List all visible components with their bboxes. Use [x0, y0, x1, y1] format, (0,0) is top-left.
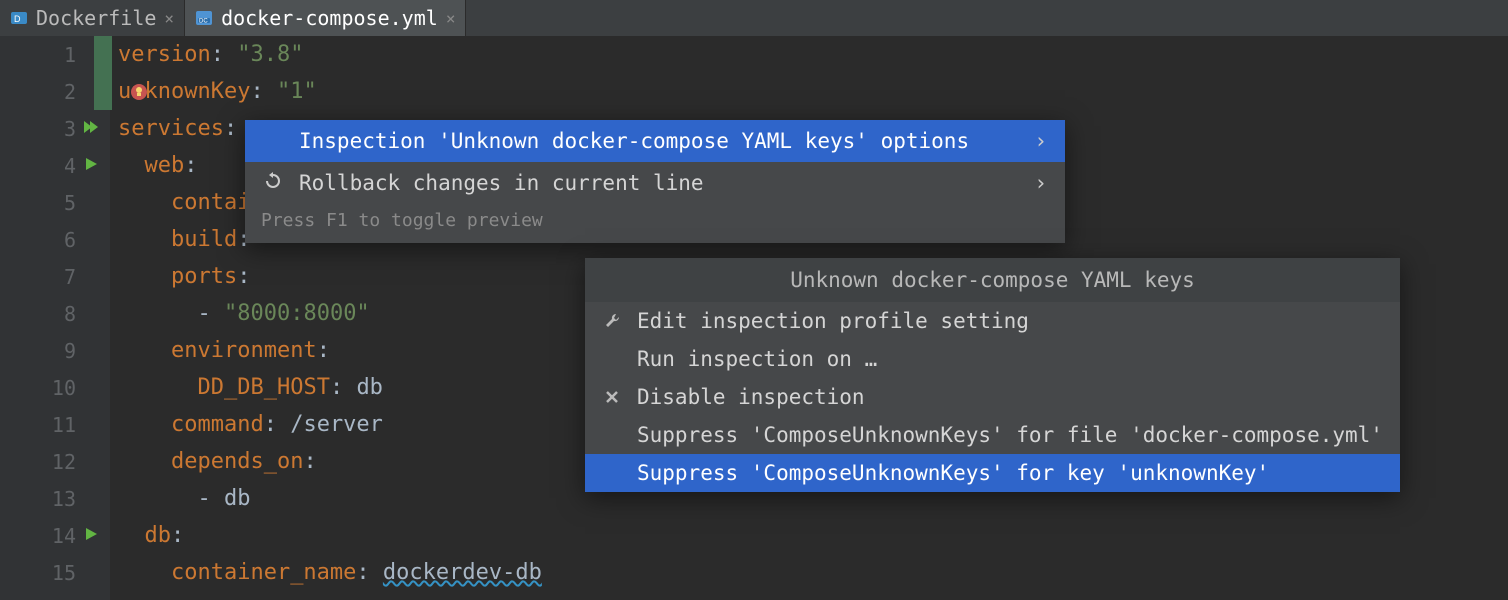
code-text: environment:: [118, 338, 330, 363]
gutter-row[interactable]: 12: [0, 443, 110, 480]
code-text: services:: [118, 116, 237, 141]
code-text: db:: [118, 523, 184, 548]
line-number: 11: [44, 413, 76, 437]
line-number: 14: [44, 524, 76, 548]
gutter-row[interactable]: 15: [0, 554, 110, 591]
gutter-row[interactable]: 14: [0, 517, 110, 554]
svg-text:D: D: [14, 14, 21, 24]
disable-icon: [601, 389, 623, 405]
gutter-row[interactable]: 7: [0, 258, 110, 295]
code-text: ports:: [118, 264, 250, 289]
rollback-icon: [263, 171, 283, 196]
intention-submenu: Unknown docker-compose YAML keys Edit ins…: [585, 258, 1400, 492]
submenu-item[interactable]: Run inspection on …: [585, 340, 1400, 378]
intention-item-label: Rollback changes in current line: [299, 171, 704, 195]
gutter-row[interactable]: 10: [0, 369, 110, 406]
intention-item-label: Inspection 'Unknown docker-compose YAML …: [299, 129, 969, 153]
wrench-icon: [601, 312, 623, 330]
vcs-change-marker: [94, 36, 112, 73]
line-number: 3: [44, 117, 76, 141]
gutter-row[interactable]: 11: [0, 406, 110, 443]
submenu-item-label: Suppress 'ComposeUnknownKeys' for key 'u…: [637, 461, 1269, 485]
submenu-item[interactable]: Edit inspection profile setting: [585, 302, 1400, 340]
code-line[interactable]: version: "3.8": [118, 36, 1508, 73]
run-icon[interactable]: [82, 524, 100, 548]
editor: 1 3 123456789101112131415 version: "3.8"…: [0, 36, 1508, 600]
code-text: build:: [118, 227, 264, 252]
svg-text:DC: DC: [199, 19, 208, 25]
code-text: container_name: dockerdev-db: [118, 560, 542, 585]
line-number: 15: [44, 561, 76, 585]
code-text: - db: [118, 486, 250, 511]
line-number: 13: [44, 487, 76, 511]
line-number: 7: [44, 265, 76, 289]
submenu-title: Unknown docker-compose YAML keys: [585, 258, 1400, 302]
gutter: 123456789101112131415: [0, 36, 110, 600]
line-number: 2: [44, 80, 76, 104]
compose-file-icon: DC: [195, 9, 213, 27]
chevron-right-icon: ›: [1034, 129, 1047, 153]
tab-label: docker-compose.yml: [221, 6, 438, 30]
submenu-item-label: Disable inspection: [637, 385, 865, 409]
code-line[interactable]: container_name: dockerdev-db: [118, 554, 1508, 591]
line-number: 5: [44, 191, 76, 215]
gutter-row[interactable]: 3: [0, 110, 110, 147]
submenu-item[interactable]: Suppress 'ComposeUnknownKeys' for key 'u…: [585, 454, 1400, 492]
popup-hint: Press F1 to toggle preview: [245, 204, 1065, 243]
line-number: 9: [44, 339, 76, 363]
line-number: 12: [44, 450, 76, 474]
gutter-row[interactable]: 9: [0, 332, 110, 369]
code-text: - "8000:8000": [118, 301, 370, 326]
line-number: 1: [44, 43, 76, 67]
code-text: depends_on:: [118, 449, 317, 474]
line-number: 10: [44, 376, 76, 400]
intention-item[interactable]: Inspection 'Unknown docker-compose YAML …: [245, 120, 1065, 162]
line-number: 6: [44, 228, 76, 252]
code-text: DD_DB_HOST: db: [118, 375, 383, 400]
code-line[interactable]: db:: [118, 517, 1508, 554]
run-icon[interactable]: [82, 154, 100, 178]
error-bulb-icon[interactable]: [130, 73, 150, 110]
gutter-row[interactable]: 6: [0, 221, 110, 258]
close-icon[interactable]: ×: [446, 9, 456, 28]
intention-item[interactable]: Rollback changes in current line ›: [245, 162, 1065, 204]
close-icon[interactable]: ×: [164, 9, 174, 28]
line-number: 8: [44, 302, 76, 326]
gutter-row[interactable]: 5: [0, 184, 110, 221]
submenu-item-label: Suppress 'ComposeUnknownKeys' for file '…: [637, 423, 1383, 447]
tab-bar: D Dockerfile × DC docker-compose.yml ×: [0, 0, 1508, 36]
line-number: 4: [44, 154, 76, 178]
tab-label: Dockerfile: [36, 6, 156, 30]
code-text: version: "3.8": [118, 42, 303, 67]
intention-popup: Inspection 'Unknown docker-compose YAML …: [245, 120, 1065, 243]
submenu-item[interactable]: Disable inspection: [585, 378, 1400, 416]
gutter-row[interactable]: 8: [0, 295, 110, 332]
gutter-row[interactable]: 13: [0, 480, 110, 517]
submenu-item-label: Run inspection on …: [637, 347, 877, 371]
tab-dockerfile[interactable]: D Dockerfile ×: [0, 0, 185, 36]
submenu-item[interactable]: Suppress 'ComposeUnknownKeys' for file '…: [585, 416, 1400, 454]
code-text: command: /server: [118, 412, 383, 437]
dockerfile-icon: D: [10, 9, 28, 27]
submenu-item-label: Edit inspection profile setting: [637, 309, 1029, 333]
tab-docker-compose[interactable]: DC docker-compose.yml ×: [185, 0, 466, 36]
run-all-icon[interactable]: [82, 117, 100, 141]
code-text: web:: [118, 153, 198, 178]
code-text: contai: [118, 190, 250, 215]
chevron-right-icon: ›: [1034, 171, 1047, 195]
vcs-change-marker: [94, 73, 112, 110]
gutter-row[interactable]: 4: [0, 147, 110, 184]
code-line[interactable]: unknownKey: "1": [118, 73, 1508, 110]
